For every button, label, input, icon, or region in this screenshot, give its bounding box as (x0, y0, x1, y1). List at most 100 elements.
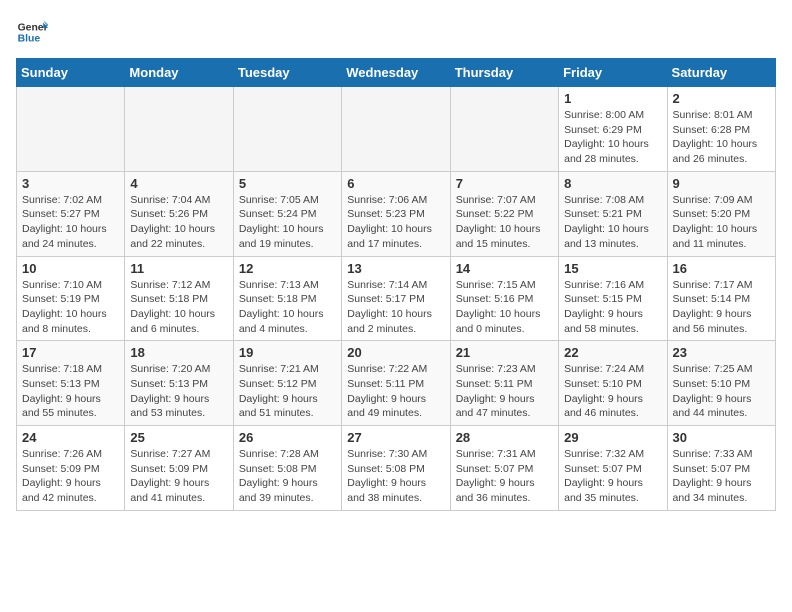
day-number: 1 (564, 91, 661, 106)
calendar-cell (450, 87, 558, 172)
day-info: Sunrise: 7:06 AMSunset: 5:23 PMDaylight:… (347, 193, 444, 252)
calendar-cell: 19 Sunrise: 7:21 AMSunset: 5:12 PMDayligh… (233, 341, 341, 426)
day-info: Sunrise: 7:13 AMSunset: 5:18 PMDaylight:… (239, 278, 336, 337)
calendar-cell: 14 Sunrise: 7:15 AMSunset: 5:16 PMDayligh… (450, 256, 558, 341)
calendar-cell: 16 Sunrise: 7:17 AMSunset: 5:14 PMDayligh… (667, 256, 775, 341)
calendar-week-5: 24Sunrise: 7:26 AMSunset: 5:09 PMDayligh… (17, 426, 776, 511)
day-info: Sunrise: 7:10 AMSunset: 5:19 PMDaylight:… (22, 278, 119, 337)
calendar-cell (125, 87, 233, 172)
calendar-cell: 1 Sunrise: 8:00 AMSunset: 6:29 PMDaylight… (559, 87, 667, 172)
day-number: 9 (673, 176, 770, 191)
calendar-cell: 3 Sunrise: 7:02 AMSunset: 5:27 PMDaylight… (17, 171, 125, 256)
calendar-cell: 15 Sunrise: 7:16 AMSunset: 5:15 PMDayligh… (559, 256, 667, 341)
calendar-cell: 27 Sunrise: 7:30 AMSunset: 5:08 PMDayligh… (342, 426, 450, 511)
day-info: Sunrise: 7:23 AMSunset: 5:11 PMDaylight:… (456, 362, 553, 421)
calendar-table: SundayMondayTuesdayWednesdayThursdayFrid… (16, 58, 776, 511)
weekday-tuesday: Tuesday (233, 59, 341, 87)
day-number: 28 (456, 430, 553, 445)
calendar-cell: 28 Sunrise: 7:31 AMSunset: 5:07 PMDayligh… (450, 426, 558, 511)
calendar-cell: 26Sunrise: 7:28 AMSunset: 5:08 PMDayligh… (233, 426, 341, 511)
calendar-cell: 29 Sunrise: 7:32 AMSunset: 5:07 PMDayligh… (559, 426, 667, 511)
day-number: 14 (456, 261, 553, 276)
weekday-friday: Friday (559, 59, 667, 87)
weekday-wednesday: Wednesday (342, 59, 450, 87)
day-number: 13 (347, 261, 444, 276)
day-info: Sunrise: 7:26 AMSunset: 5:09 PMDaylight:… (22, 447, 119, 506)
day-number: 7 (456, 176, 553, 191)
calendar-cell: 21 Sunrise: 7:23 AMSunset: 5:11 PMDayligh… (450, 341, 558, 426)
weekday-header-row: SundayMondayTuesdayWednesdayThursdayFrid… (17, 59, 776, 87)
day-info: Sunrise: 7:14 AMSunset: 5:17 PMDaylight:… (347, 278, 444, 337)
day-info: Sunrise: 8:00 AMSunset: 6:29 PMDaylight:… (564, 108, 661, 167)
calendar-week-4: 17Sunrise: 7:18 AMSunset: 5:13 PMDayligh… (17, 341, 776, 426)
calendar-cell: 30 Sunrise: 7:33 AMSunset: 5:07 PMDayligh… (667, 426, 775, 511)
calendar-cell: 24Sunrise: 7:26 AMSunset: 5:09 PMDayligh… (17, 426, 125, 511)
day-info: Sunrise: 8:01 AMSunset: 6:28 PMDaylight:… (673, 108, 770, 167)
day-number: 30 (673, 430, 770, 445)
weekday-thursday: Thursday (450, 59, 558, 87)
day-info: Sunrise: 7:22 AMSunset: 5:11 PMDaylight:… (347, 362, 444, 421)
day-info: Sunrise: 7:04 AMSunset: 5:26 PMDaylight:… (130, 193, 227, 252)
day-number: 11 (130, 261, 227, 276)
day-number: 2 (673, 91, 770, 106)
day-number: 12 (239, 261, 336, 276)
calendar-cell: 6 Sunrise: 7:06 AMSunset: 5:23 PMDaylight… (342, 171, 450, 256)
day-info: Sunrise: 7:05 AMSunset: 5:24 PMDaylight:… (239, 193, 336, 252)
day-info: Sunrise: 7:17 AMSunset: 5:14 PMDaylight:… (673, 278, 770, 337)
day-info: Sunrise: 7:30 AMSunset: 5:08 PMDaylight:… (347, 447, 444, 506)
day-info: Sunrise: 7:21 AMSunset: 5:12 PMDaylight:… (239, 362, 336, 421)
day-number: 8 (564, 176, 661, 191)
logo: General Blue (16, 16, 52, 48)
day-info: Sunrise: 7:07 AMSunset: 5:22 PMDaylight:… (456, 193, 553, 252)
svg-text:Blue: Blue (18, 34, 41, 45)
day-number: 21 (456, 345, 553, 360)
day-number: 23 (673, 345, 770, 360)
day-number: 15 (564, 261, 661, 276)
calendar-cell: 22 Sunrise: 7:24 AMSunset: 5:10 PMDayligh… (559, 341, 667, 426)
day-info: Sunrise: 7:08 AMSunset: 5:21 PMDaylight:… (564, 193, 661, 252)
day-number: 22 (564, 345, 661, 360)
calendar-week-2: 3 Sunrise: 7:02 AMSunset: 5:27 PMDaylight… (17, 171, 776, 256)
day-number: 29 (564, 430, 661, 445)
day-number: 6 (347, 176, 444, 191)
calendar-cell (342, 87, 450, 172)
calendar-cell: 12 Sunrise: 7:13 AMSunset: 5:18 PMDayligh… (233, 256, 341, 341)
day-number: 20 (347, 345, 444, 360)
day-number: 5 (239, 176, 336, 191)
day-info: Sunrise: 7:15 AMSunset: 5:16 PMDaylight:… (456, 278, 553, 337)
calendar-cell: 13 Sunrise: 7:14 AMSunset: 5:17 PMDayligh… (342, 256, 450, 341)
day-info: Sunrise: 7:12 AMSunset: 5:18 PMDaylight:… (130, 278, 227, 337)
day-number: 4 (130, 176, 227, 191)
day-info: Sunrise: 7:09 AMSunset: 5:20 PMDaylight:… (673, 193, 770, 252)
day-number: 27 (347, 430, 444, 445)
calendar-cell: 10 Sunrise: 7:10 AMSunset: 5:19 PMDayligh… (17, 256, 125, 341)
day-info: Sunrise: 7:32 AMSunset: 5:07 PMDaylight:… (564, 447, 661, 506)
day-info: Sunrise: 7:31 AMSunset: 5:07 PMDaylight:… (456, 447, 553, 506)
calendar-cell: 11 Sunrise: 7:12 AMSunset: 5:18 PMDayligh… (125, 256, 233, 341)
calendar-cell (233, 87, 341, 172)
calendar-cell (17, 87, 125, 172)
calendar-cell: 25Sunrise: 7:27 AMSunset: 5:09 PMDayligh… (125, 426, 233, 511)
calendar-cell: 18 Sunrise: 7:20 AMSunset: 5:13 PMDayligh… (125, 341, 233, 426)
day-number: 19 (239, 345, 336, 360)
day-number: 3 (22, 176, 119, 191)
day-number: 16 (673, 261, 770, 276)
day-number: 18 (130, 345, 227, 360)
calendar-cell: 9 Sunrise: 7:09 AMSunset: 5:20 PMDaylight… (667, 171, 775, 256)
day-info: Sunrise: 7:33 AMSunset: 5:07 PMDaylight:… (673, 447, 770, 506)
calendar-week-3: 10 Sunrise: 7:10 AMSunset: 5:19 PMDayligh… (17, 256, 776, 341)
calendar-week-1: 1 Sunrise: 8:00 AMSunset: 6:29 PMDaylight… (17, 87, 776, 172)
day-number: 26 (239, 430, 336, 445)
calendar-cell: 20 Sunrise: 7:22 AMSunset: 5:11 PMDayligh… (342, 341, 450, 426)
day-info: Sunrise: 7:27 AMSunset: 5:09 PMDaylight:… (130, 447, 227, 506)
day-info: Sunrise: 7:02 AMSunset: 5:27 PMDaylight:… (22, 193, 119, 252)
calendar-cell: 17Sunrise: 7:18 AMSunset: 5:13 PMDayligh… (17, 341, 125, 426)
calendar-body: 1 Sunrise: 8:00 AMSunset: 6:29 PMDaylight… (17, 87, 776, 511)
day-number: 10 (22, 261, 119, 276)
day-info: Sunrise: 7:24 AMSunset: 5:10 PMDaylight:… (564, 362, 661, 421)
day-info: Sunrise: 7:16 AMSunset: 5:15 PMDaylight:… (564, 278, 661, 337)
calendar-cell: 23Sunrise: 7:25 AMSunset: 5:10 PMDayligh… (667, 341, 775, 426)
calendar-cell: 4 Sunrise: 7:04 AMSunset: 5:26 PMDaylight… (125, 171, 233, 256)
calendar-cell: 2 Sunrise: 8:01 AMSunset: 6:28 PMDaylight… (667, 87, 775, 172)
day-info: Sunrise: 7:20 AMSunset: 5:13 PMDaylight:… (130, 362, 227, 421)
